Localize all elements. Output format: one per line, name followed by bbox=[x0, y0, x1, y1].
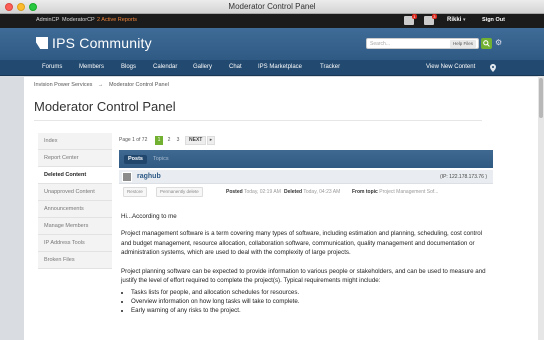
user-menu[interactable]: Rikki ▾ bbox=[447, 17, 466, 23]
sidebar-item-index[interactable]: Index bbox=[38, 133, 112, 150]
nav-blogs[interactable]: Blogs bbox=[121, 64, 136, 70]
from-topic-link[interactable]: Project Management Sof... bbox=[379, 189, 438, 195]
sidebar-item-announcements[interactable]: Announcements bbox=[38, 201, 112, 218]
sidebar-item-ip-address-tools[interactable]: IP Address Tools bbox=[38, 235, 112, 252]
active-reports-link[interactable]: 2 Active Reports bbox=[97, 17, 137, 23]
post-action-row: Restore Permanently delete Posted Today,… bbox=[119, 187, 493, 199]
post-author-bar: raghub (IP: 122.178.173.76 ) bbox=[119, 170, 493, 184]
site-header: IPS Community Help Files ⚙ bbox=[0, 28, 544, 60]
search-box: Help Files bbox=[366, 38, 479, 49]
search-button[interactable] bbox=[481, 38, 492, 49]
nav-calendar[interactable]: Calendar bbox=[153, 64, 177, 70]
avatar[interactable] bbox=[122, 172, 132, 182]
content-tabbar: Posts Topics bbox=[119, 150, 493, 168]
page-link[interactable]: 2 bbox=[165, 136, 173, 145]
notification-count-badge: 1 bbox=[411, 14, 417, 19]
deleted-time: Today, 04:23 AM bbox=[303, 189, 341, 195]
admin-bar: AdminCP · ModeratorCP 2 Active Reports 1… bbox=[0, 14, 544, 28]
window-titlebar: Moderator Control Panel bbox=[0, 0, 544, 14]
sidebar-item-report-center[interactable]: Report Center bbox=[38, 150, 112, 167]
from-topic-label: From topic bbox=[352, 189, 378, 195]
breadcrumb-arrow: → bbox=[97, 82, 104, 88]
gear-icon[interactable]: ⚙ bbox=[495, 39, 502, 47]
restore-button[interactable]: Restore bbox=[123, 187, 147, 197]
deleted-meta: Deleted Today, 04:23 AM bbox=[284, 189, 340, 195]
nav-gallery[interactable]: Gallery bbox=[193, 64, 212, 70]
sign-out-link[interactable]: Sign Out bbox=[482, 17, 505, 23]
post-bullet-list: Tasks lists for people, and allocation s… bbox=[131, 289, 491, 315]
nav-tracker[interactable]: Tracker bbox=[320, 64, 340, 70]
sidebar-item-unapproved-content[interactable]: Unapproved Content bbox=[38, 184, 112, 201]
sidebar-item-deleted-content[interactable]: Deleted Content bbox=[38, 167, 112, 184]
from-topic-meta: From topic Project Management Sof... bbox=[352, 189, 438, 195]
posted-label: Posted bbox=[226, 189, 243, 195]
list-item: Early warning of any risks to the projec… bbox=[131, 307, 491, 316]
admincp-link[interactable]: AdminCP bbox=[36, 17, 59, 23]
message-count-badge: 3 bbox=[431, 14, 437, 19]
site-brand[interactable]: IPS Community bbox=[52, 35, 152, 51]
sidebar-item-manage-members[interactable]: Manage Members bbox=[38, 218, 112, 235]
page-scrollbar[interactable] bbox=[538, 76, 544, 340]
window-title: Moderator Control Panel bbox=[228, 2, 316, 11]
separator: · bbox=[58, 17, 60, 23]
page-title: Moderator Control Panel bbox=[34, 99, 176, 114]
tab-posts[interactable]: Posts bbox=[124, 155, 147, 164]
search-scope-selector[interactable]: Help Files bbox=[449, 40, 476, 48]
page-link[interactable]: 3 bbox=[174, 136, 182, 145]
chevron-down-icon: ▾ bbox=[463, 17, 466, 23]
page-jump-button[interactable]: ▸ bbox=[207, 136, 215, 145]
list-item: Overview information on how long tasks w… bbox=[131, 298, 491, 307]
user-name: Rikki bbox=[447, 17, 462, 23]
posted-time: Today, 02:19 AM bbox=[243, 189, 281, 195]
nav-ips-marketplace[interactable]: IPS Marketplace bbox=[258, 64, 302, 70]
divider bbox=[34, 120, 482, 121]
messages-icon[interactable]: 3 bbox=[424, 14, 437, 25]
scrollbar-thumb[interactable] bbox=[539, 78, 543, 118]
next-page-button[interactable]: NEXT bbox=[185, 136, 207, 145]
sidebar-item-broken-files[interactable]: Broken Files bbox=[38, 252, 112, 269]
breadcrumb: Invision Power Services → Moderator Cont… bbox=[34, 82, 169, 88]
post-greeting: Hi...According to me bbox=[121, 213, 177, 220]
search-icon bbox=[483, 40, 490, 47]
breadcrumb-root[interactable]: Invision Power Services bbox=[34, 82, 92, 88]
tab-topics[interactable]: Topics bbox=[149, 155, 173, 164]
notifications-icon[interactable]: 1 bbox=[404, 14, 417, 25]
list-item: Tasks lists for people, and allocation s… bbox=[131, 289, 491, 298]
main-nav: Forums Members Blogs Calendar Gallery Ch… bbox=[0, 60, 544, 76]
breadcrumb-current[interactable]: Moderator Control Panel bbox=[109, 82, 169, 88]
post-paragraph: Project planning software can be expecte… bbox=[121, 267, 486, 285]
nav-chat[interactable]: Chat bbox=[229, 64, 242, 70]
post-author-name[interactable]: raghub bbox=[137, 173, 161, 180]
nav-forums[interactable]: Forums bbox=[42, 64, 62, 70]
post-paragraph: Project management software is a term co… bbox=[121, 230, 483, 257]
view-new-content-link[interactable]: View New Content bbox=[426, 64, 475, 70]
page-link-current[interactable]: 1 bbox=[155, 136, 163, 145]
page-count-label: Page 1 of 72 bbox=[119, 137, 148, 143]
post-body: Hi...According to me Project management … bbox=[121, 212, 491, 315]
location-pin-icon[interactable] bbox=[490, 64, 496, 72]
search-input[interactable] bbox=[370, 40, 448, 48]
posted-meta: Posted Today, 02:19 AM bbox=[226, 189, 281, 195]
post-ip-address[interactable]: (IP: 122.178.173.76 ) bbox=[440, 174, 487, 180]
deleted-label: Deleted bbox=[284, 189, 303, 195]
ips-logo-icon bbox=[36, 37, 48, 49]
permanently-delete-button[interactable]: Permanently delete bbox=[156, 187, 203, 197]
modcp-link[interactable]: ModeratorCP bbox=[62, 17, 95, 23]
nav-members[interactable]: Members bbox=[79, 64, 104, 70]
page-container: Invision Power Services → Moderator Cont… bbox=[24, 77, 540, 340]
modcp-sidebar: Index Report Center Deleted Content Unap… bbox=[38, 133, 112, 269]
